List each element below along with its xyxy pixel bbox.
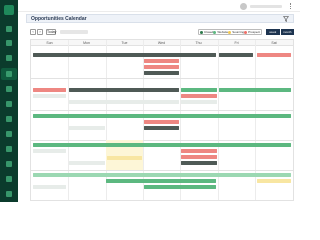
weekday-label: Thu (195, 41, 202, 45)
prev-button[interactable]: ‹ (30, 29, 36, 35)
calendar-event[interactable] (144, 120, 179, 124)
home-icon[interactable] (6, 26, 12, 32)
calendar-event[interactable] (69, 100, 179, 104)
weekday-label: Fri (234, 41, 239, 45)
legend-dot (244, 30, 248, 34)
legend-dot (228, 30, 232, 34)
help-icon[interactable] (6, 176, 12, 182)
sidebar (0, 0, 18, 202)
settings-icon[interactable] (6, 161, 12, 167)
view-toggle: week month (266, 29, 294, 35)
calendar-event[interactable] (33, 185, 66, 189)
calendar-event[interactable] (33, 143, 291, 147)
legend-dot (200, 30, 204, 34)
month-calendar: Sun Mon Tue Wed Thu Fri Sat (30, 39, 294, 201)
date-range-label (60, 30, 88, 34)
weekday-label: Sun (46, 41, 53, 45)
contacts-icon[interactable] (6, 40, 12, 46)
legend-item: Sourcing (228, 30, 244, 34)
legend-item: Closed (200, 30, 213, 34)
calendar-event[interactable] (181, 100, 217, 104)
profile-icon[interactable] (6, 191, 12, 197)
weekday-label: Tue (121, 41, 128, 45)
month-view-button[interactable]: month (280, 29, 294, 35)
deals-icon[interactable] (6, 55, 12, 61)
calendar-event[interactable] (33, 94, 66, 98)
legend-label: Prospect (248, 30, 260, 34)
calendar-event[interactable] (33, 149, 66, 153)
reports-icon[interactable] (6, 101, 12, 107)
legend-item: Website (213, 30, 228, 34)
app-logo[interactable] (4, 5, 14, 15)
mail-icon[interactable] (6, 131, 12, 137)
calendar-event[interactable] (33, 88, 66, 92)
calendar-event[interactable] (107, 156, 142, 160)
week-divider (31, 110, 293, 111)
calendar-event[interactable] (144, 71, 179, 75)
calendar-event[interactable] (33, 173, 291, 177)
top-bar (18, 0, 300, 12)
legend-label: Closed (204, 30, 214, 34)
calendar-event[interactable] (181, 161, 217, 165)
week-divider (31, 140, 293, 141)
weekday-label: Mon (83, 41, 90, 45)
phone-icon[interactable] (6, 116, 12, 122)
user-menu[interactable] (240, 2, 282, 10)
page-title: Opportunities Calendar (31, 16, 87, 22)
calendar-event[interactable] (144, 185, 216, 189)
next-button[interactable]: › (37, 29, 43, 35)
calendar-icon[interactable] (6, 71, 12, 77)
calendar-event[interactable] (181, 149, 217, 153)
week-view-button[interactable]: week (266, 29, 280, 35)
avatar (240, 2, 247, 10)
filter-icon[interactable] (283, 16, 289, 22)
week-divider (31, 78, 293, 79)
calendar-event[interactable] (144, 126, 179, 130)
week-divider (31, 170, 293, 171)
calendar-event[interactable] (144, 59, 179, 63)
weekday-label: Sat (271, 41, 277, 45)
legend-label: Website (217, 30, 229, 34)
calendar-event[interactable] (181, 94, 217, 98)
status-legend: Closed Website Sourcing Prospect (198, 29, 262, 35)
legend-dot (213, 30, 217, 34)
weekday-label: Wed (157, 41, 166, 45)
today-button[interactable]: Today (46, 29, 56, 35)
calendar-event[interactable] (144, 65, 179, 69)
calendar-event[interactable] (257, 179, 291, 183)
user-name (250, 4, 282, 8)
calendar-event[interactable] (69, 126, 105, 130)
calendar-event[interactable] (69, 161, 105, 165)
more-vertical-icon[interactable] (288, 3, 294, 9)
legend-item: Prospect (244, 30, 260, 34)
documents-icon[interactable] (6, 146, 12, 152)
calendar-event[interactable] (69, 88, 179, 92)
calendar-event[interactable] (219, 88, 291, 92)
calendar-event[interactable] (106, 179, 216, 183)
page-header: Opportunities Calendar (26, 14, 294, 23)
weekday-header: Sun Mon Tue Wed Thu Fri Sat (31, 40, 293, 46)
calendar-event[interactable] (219, 53, 253, 57)
tasks-icon[interactable] (6, 86, 12, 92)
calendar-event[interactable] (33, 53, 216, 57)
calendar-event[interactable] (181, 88, 217, 92)
legend-label: Sourcing (232, 30, 245, 34)
calendar-event[interactable] (33, 114, 291, 118)
calendar-event[interactable] (257, 53, 291, 57)
calendar-event[interactable] (181, 155, 217, 159)
